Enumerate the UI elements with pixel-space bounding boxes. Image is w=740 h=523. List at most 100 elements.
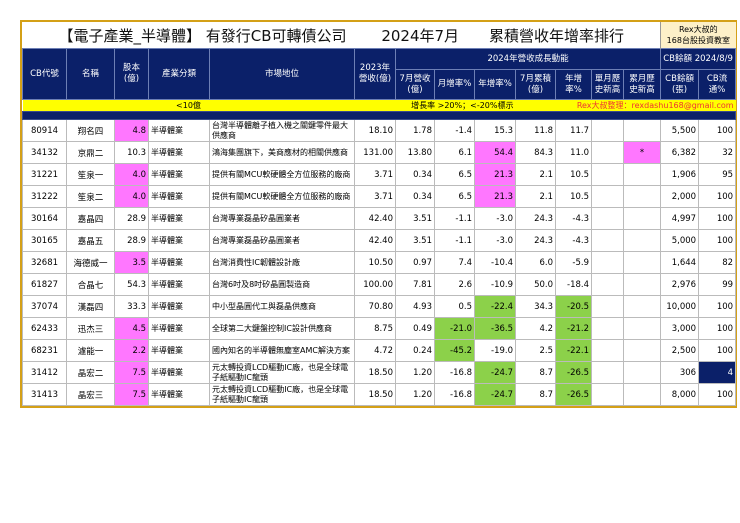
cell-fl: 4 <box>698 361 737 384</box>
cell-fl: 100 <box>698 229 737 252</box>
cell-mom: 0.5 <box>434 295 475 318</box>
cell-yoy: -10.4 <box>474 251 516 274</box>
cell-ch <box>622 163 662 186</box>
cell-market: 台灣消費性IC韌體設計廠 <box>209 251 355 274</box>
cell-code: 31221 <box>22 163 67 186</box>
cell-rev2023: 3.71 <box>354 185 396 208</box>
cell-industry: 半導體業 <box>148 207 210 230</box>
cell-yoy: 21.3 <box>474 185 516 208</box>
cell-ch <box>622 317 662 340</box>
cell-name: 嘉晶五 <box>66 229 115 252</box>
cell-cyoy: 10.5 <box>555 185 592 208</box>
table-row: 31221 笙泉一 4.0 半導體業 提供有關MCU軟硬體全方位服務的廠商 3.71 0.3… <box>22 163 737 186</box>
cell-capital: 10.3 <box>114 141 149 164</box>
cell-jul: 3.51 <box>395 207 435 230</box>
cell-ch <box>622 185 662 208</box>
table-row: 30164 嘉晶四 28.9 半導體業 台灣專業磊晶矽晶圓業者 42.40 3.51 -1.1… <box>22 207 737 230</box>
cell-bal: 4,997 <box>660 207 700 230</box>
cell-bal: 10,000 <box>660 295 700 318</box>
cell-name: 迅杰三 <box>66 317 115 340</box>
cell-cum: 4.2 <box>515 317 556 340</box>
cell-cum: 24.3 <box>515 229 556 252</box>
cell-yoy: -22.4 <box>474 295 516 318</box>
cell-sh <box>591 273 624 296</box>
cell-cyoy: -5.9 <box>555 251 592 274</box>
cell-jul: 3.51 <box>395 229 435 252</box>
cell-mom: -16.8 <box>434 361 475 384</box>
divider <box>21 111 737 120</box>
cell-name: 京鼎二 <box>66 141 115 164</box>
cb-ranking-sheet: 【電子產業_半導體】 有發行CB可轉債公司 2024年7月 累積營收年增率排行 … <box>20 20 737 408</box>
cell-industry: 半導體業 <box>148 317 210 340</box>
cell-ch <box>622 229 662 252</box>
cell-bal: 5,500 <box>660 119 700 142</box>
cell-bal: 306 <box>660 361 700 384</box>
cell-code: 68231 <box>22 339 67 362</box>
header-growth-group: 2024年營收成長動能 <box>394 48 662 70</box>
cell-market: 鴻海集團旗下，美商應材的相關供應商 <box>209 141 355 164</box>
cell-jul: 7.81 <box>395 273 435 296</box>
cell-name: 漢磊四 <box>66 295 115 318</box>
cell-mom: -21.0 <box>434 317 475 340</box>
cell-rev2023: 8.75 <box>354 317 396 340</box>
cell-cyoy: -4.3 <box>555 207 592 230</box>
cell-mom: 6.5 <box>434 185 475 208</box>
table-row: 30165 嘉晶五 28.9 半導體業 台灣專業磊晶矽晶圓業者 42.40 3.51 -1.1… <box>22 229 737 252</box>
cell-capital: 28.9 <box>114 207 149 230</box>
cell-yoy: -3.0 <box>474 229 516 252</box>
cell-bal: 8,000 <box>660 383 700 406</box>
cell-market: 提供有關MCU軟硬體全方位服務的廠商 <box>209 185 355 208</box>
cell-capital: 7.5 <box>114 361 149 384</box>
cell-code: 31413 <box>22 383 67 406</box>
cell-sh <box>591 295 624 318</box>
cell-cyoy: 11.7 <box>555 119 592 142</box>
cell-mom: -16.8 <box>434 383 475 406</box>
cell-industry: 半導體業 <box>148 229 210 252</box>
cell-bal: 1,644 <box>660 251 700 274</box>
cell-capital: 4.0 <box>114 185 149 208</box>
cell-jul: 0.97 <box>395 251 435 274</box>
cell-sh <box>591 251 624 274</box>
cell-market: 國內知名的半導體無塵室AMC解決方案 <box>209 339 355 362</box>
author-badge: Rex大叔的 168台股投資教室 <box>660 22 736 49</box>
cell-fl: 100 <box>698 383 737 406</box>
cell-jul: 1.20 <box>395 383 435 406</box>
cell-mom: 2.6 <box>434 273 475 296</box>
cell-name: 笙泉一 <box>66 163 115 186</box>
header-cb-balance: CB餘額(張) <box>660 69 700 100</box>
cell-rev2023: 18.10 <box>354 119 396 142</box>
cell-code: 30164 <box>22 207 67 230</box>
cell-industry: 半導體業 <box>148 273 210 296</box>
cell-cum: 6.0 <box>515 251 556 274</box>
header-industry: 產業分類 <box>148 48 210 100</box>
cell-industry: 半導體業 <box>148 185 210 208</box>
cell-name: 晶宏二 <box>66 361 115 384</box>
table-row: 62433 迅杰三 4.5 半導體業 全球第二大鍵盤控制IC設計供應商 8.75 0.49-… <box>22 317 737 340</box>
cell-ch <box>622 339 662 362</box>
cell-rev2023: 10.50 <box>354 251 396 274</box>
header-name: 名稱 <box>66 48 115 100</box>
table-row: 37074 漢磊四 33.3 半導體業 中小型晶圓代工與磊晶供應商 70.80 4.93 0.… <box>22 295 737 318</box>
header-cum-yoy: 年增率% <box>555 69 592 100</box>
cell-cyoy: -26.5 <box>555 383 592 406</box>
cell-cum: 11.8 <box>515 119 556 142</box>
cell-rev2023: 70.80 <box>354 295 396 318</box>
cell-ch <box>622 273 662 296</box>
cell-industry: 半導體業 <box>148 339 210 362</box>
cell-cum: 24.3 <box>515 207 556 230</box>
cell-bal: 6,382 <box>660 141 700 164</box>
cell-name: 笙泉二 <box>66 185 115 208</box>
cell-name: 晶宏三 <box>66 383 115 406</box>
cell-sh <box>591 361 624 384</box>
cell-market: 中小型晶圓代工與磊晶供應商 <box>209 295 355 318</box>
cell-mom: -1.4 <box>434 119 475 142</box>
header-code: CB代號 <box>22 48 67 100</box>
cell-cum: 8.7 <box>515 383 556 406</box>
cell-ch <box>622 251 662 274</box>
cell-fl: 99 <box>698 273 737 296</box>
cell-yoy: -10.9 <box>474 273 516 296</box>
header-cum-high: 累月歷史新高 <box>622 69 662 100</box>
cell-fl: 82 <box>698 251 737 274</box>
cell-sh <box>591 163 624 186</box>
cell-yoy: -3.0 <box>474 207 516 230</box>
